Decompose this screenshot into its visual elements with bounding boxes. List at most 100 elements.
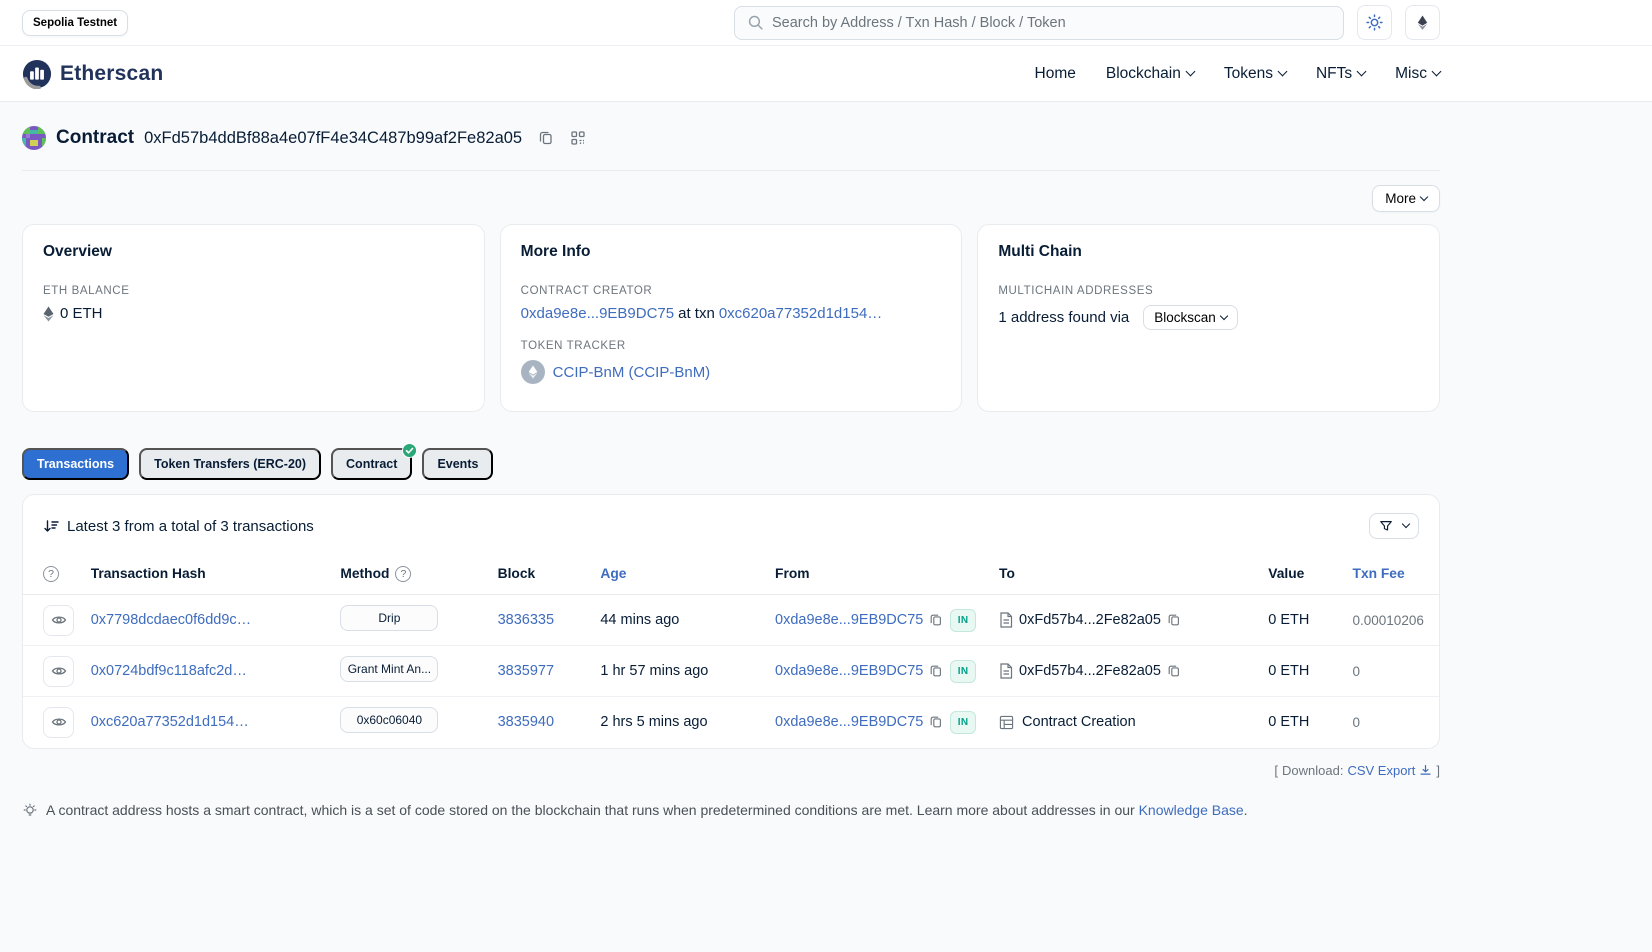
column-from: From xyxy=(771,555,946,595)
tab-transactions[interactable]: Transactions xyxy=(22,448,129,480)
contract-title-row: Contract 0xFd57b4ddBf88a4e07fF4e34C487b9… xyxy=(22,102,1440,150)
sun-icon xyxy=(1366,14,1383,31)
network-badge[interactable]: Sepolia Testnet xyxy=(22,10,128,36)
to-address[interactable]: 0xFd57b4...2Fe82a05 xyxy=(1019,663,1161,679)
eth-balance-label: ETH BALANCE xyxy=(43,285,464,297)
chevron-down-icon xyxy=(1402,520,1410,528)
contract-verified-icon xyxy=(402,443,417,458)
theme-toggle-button[interactable] xyxy=(1357,5,1392,40)
tx-hash-link[interactable]: 0xc620a77352d1d154… xyxy=(91,714,249,730)
download-icon[interactable] xyxy=(1419,764,1432,777)
age-cell: 44 mins ago xyxy=(596,595,771,646)
contract-creator-label: CONTRACT CREATOR xyxy=(521,285,942,297)
from-address-link[interactable]: 0xda9e8e...9EB9DC75 xyxy=(775,714,923,730)
from-address-link[interactable]: 0xda9e8e...9EB9DC75 xyxy=(775,612,923,628)
column-value: Value xyxy=(1264,555,1348,595)
to-contract-creation[interactable]: Contract Creation xyxy=(1020,714,1136,730)
transaction-row: 0x0724bdf9c118afc2d… Grant Mint An... 38… xyxy=(23,646,1439,697)
tab-contract[interactable]: Contract xyxy=(331,448,412,480)
chevron-down-icon xyxy=(1432,67,1442,77)
token-tracker-link[interactable]: CCIP-BnM (CCIP-BnM) xyxy=(553,364,711,381)
network-switch-button[interactable] xyxy=(1405,5,1440,40)
etherscan-logo-icon xyxy=(22,59,52,89)
more-dropdown-button[interactable]: More xyxy=(1372,185,1440,212)
block-link[interactable]: 3836335 xyxy=(498,612,554,628)
tx-preview-eye-button[interactable] xyxy=(43,707,74,738)
copy-icon[interactable] xyxy=(929,715,943,729)
age-cell: 2 hrs 5 mins ago xyxy=(596,697,771,748)
search-bar[interactable] xyxy=(734,6,1344,40)
tx-hash-link[interactable]: 0x7798dcdaec0f6dd9c… xyxy=(91,612,251,628)
nav-tokens[interactable]: Tokens xyxy=(1224,65,1286,83)
nav-nfts[interactable]: NFTs xyxy=(1316,65,1365,83)
column-method: Method xyxy=(340,566,389,581)
tab-events[interactable]: Events xyxy=(422,448,493,480)
qr-code-icon[interactable] xyxy=(570,130,586,146)
method-badge[interactable]: 0x60c06040 xyxy=(340,707,438,733)
funnel-icon xyxy=(1379,519,1393,533)
note-suffix: . xyxy=(1244,802,1248,818)
table-header-row: ? Transaction Hash Method? Block Age Fro… xyxy=(23,555,1439,595)
method-badge[interactable]: Grant Mint An... xyxy=(340,656,438,682)
filter-button[interactable] xyxy=(1369,513,1419,539)
main-header: Etherscan Home Blockchain Tokens NFTs Mi… xyxy=(0,46,1652,102)
main-nav: Home Blockchain Tokens NFTs Misc xyxy=(1035,65,1440,83)
block-link[interactable]: 3835977 xyxy=(498,663,554,679)
token-tracker-label: TOKEN TRACKER xyxy=(521,340,942,352)
transactions-table: ? Transaction Hash Method? Block Age Fro… xyxy=(23,555,1439,748)
direction-badge: IN xyxy=(950,711,977,734)
tx-hash-link[interactable]: 0x0724bdf9c118afc2d… xyxy=(91,663,247,679)
contract-address: 0xFd57b4ddBf88a4e07fF4e34C487b99af2Fe82a… xyxy=(144,129,522,148)
tab-token-transfers[interactable]: Token Transfers (ERC-20) xyxy=(139,448,321,480)
column-to: To xyxy=(995,555,1264,595)
from-address-link[interactable]: 0xda9e8e...9EB9DC75 xyxy=(775,663,923,679)
copy-icon[interactable] xyxy=(929,664,943,678)
search-input[interactable] xyxy=(772,15,1331,31)
multichain-found-text: 1 address found via xyxy=(998,309,1129,326)
idea-icon xyxy=(22,803,38,819)
direction-badge: IN xyxy=(950,660,977,683)
to-address[interactable]: 0xFd57b4...2Fe82a05 xyxy=(1019,612,1161,628)
chevron-down-icon xyxy=(1278,67,1288,77)
top-bar: Sepolia Testnet xyxy=(0,0,1652,46)
value-cell: 0 ETH xyxy=(1264,697,1348,748)
help-icon[interactable]: ? xyxy=(43,566,59,582)
multichain-card-title: Multi Chain xyxy=(998,243,1419,261)
copy-icon[interactable] xyxy=(1167,613,1181,627)
contract-file-icon xyxy=(999,663,1013,679)
creator-address-link[interactable]: 0xda9e8e...9EB9DC75 xyxy=(521,305,674,322)
tx-preview-eye-button[interactable] xyxy=(43,656,74,687)
transactions-summary-text: Latest 3 from a total of 3 transactions xyxy=(67,518,314,535)
help-icon[interactable]: ? xyxy=(395,566,411,582)
chevron-down-icon xyxy=(1420,192,1428,200)
column-age-toggle[interactable]: Age xyxy=(596,555,771,595)
knowledge-base-link[interactable]: Knowledge Base xyxy=(1139,802,1244,818)
overview-card-title: Overview xyxy=(43,243,464,261)
column-block: Block xyxy=(494,555,597,595)
nav-blockchain[interactable]: Blockchain xyxy=(1106,65,1194,83)
block-link[interactable]: 3835940 xyxy=(498,714,554,730)
csv-export-link[interactable]: CSV Export xyxy=(1347,763,1415,778)
copy-icon[interactable] xyxy=(1167,664,1181,678)
contract-file-icon xyxy=(999,612,1013,628)
nav-misc[interactable]: Misc xyxy=(1395,65,1440,83)
sort-icon xyxy=(43,518,59,534)
copy-address-icon[interactable] xyxy=(538,130,554,146)
ethereum-icon xyxy=(1415,15,1430,30)
creation-txn-link[interactable]: 0xc620a77352d1d154… xyxy=(719,305,882,322)
method-badge[interactable]: Drip xyxy=(340,605,438,631)
transaction-row: 0xc620a77352d1d154… 0x60c06040 3835940 2… xyxy=(23,697,1439,748)
title-divider xyxy=(22,170,1440,171)
nav-home[interactable]: Home xyxy=(1035,65,1076,83)
column-txn-fee-toggle[interactable]: Txn Fee xyxy=(1349,555,1439,595)
transactions-panel: Latest 3 from a total of 3 transactions xyxy=(22,494,1440,749)
column-transaction-hash: Transaction Hash xyxy=(87,555,337,595)
brand-name: Etherscan xyxy=(60,62,163,86)
copy-icon[interactable] xyxy=(929,613,943,627)
multichain-provider-select[interactable]: Blockscan xyxy=(1143,305,1238,330)
multichain-card: Multi Chain MULTICHAIN ADDRESSES 1 addre… xyxy=(977,224,1440,412)
token-logo-icon xyxy=(521,360,545,384)
etherscan-logo[interactable]: Etherscan xyxy=(22,59,163,89)
tx-preview-eye-button[interactable] xyxy=(43,605,74,636)
multichain-addresses-label: MULTICHAIN ADDRESSES xyxy=(998,285,1419,297)
